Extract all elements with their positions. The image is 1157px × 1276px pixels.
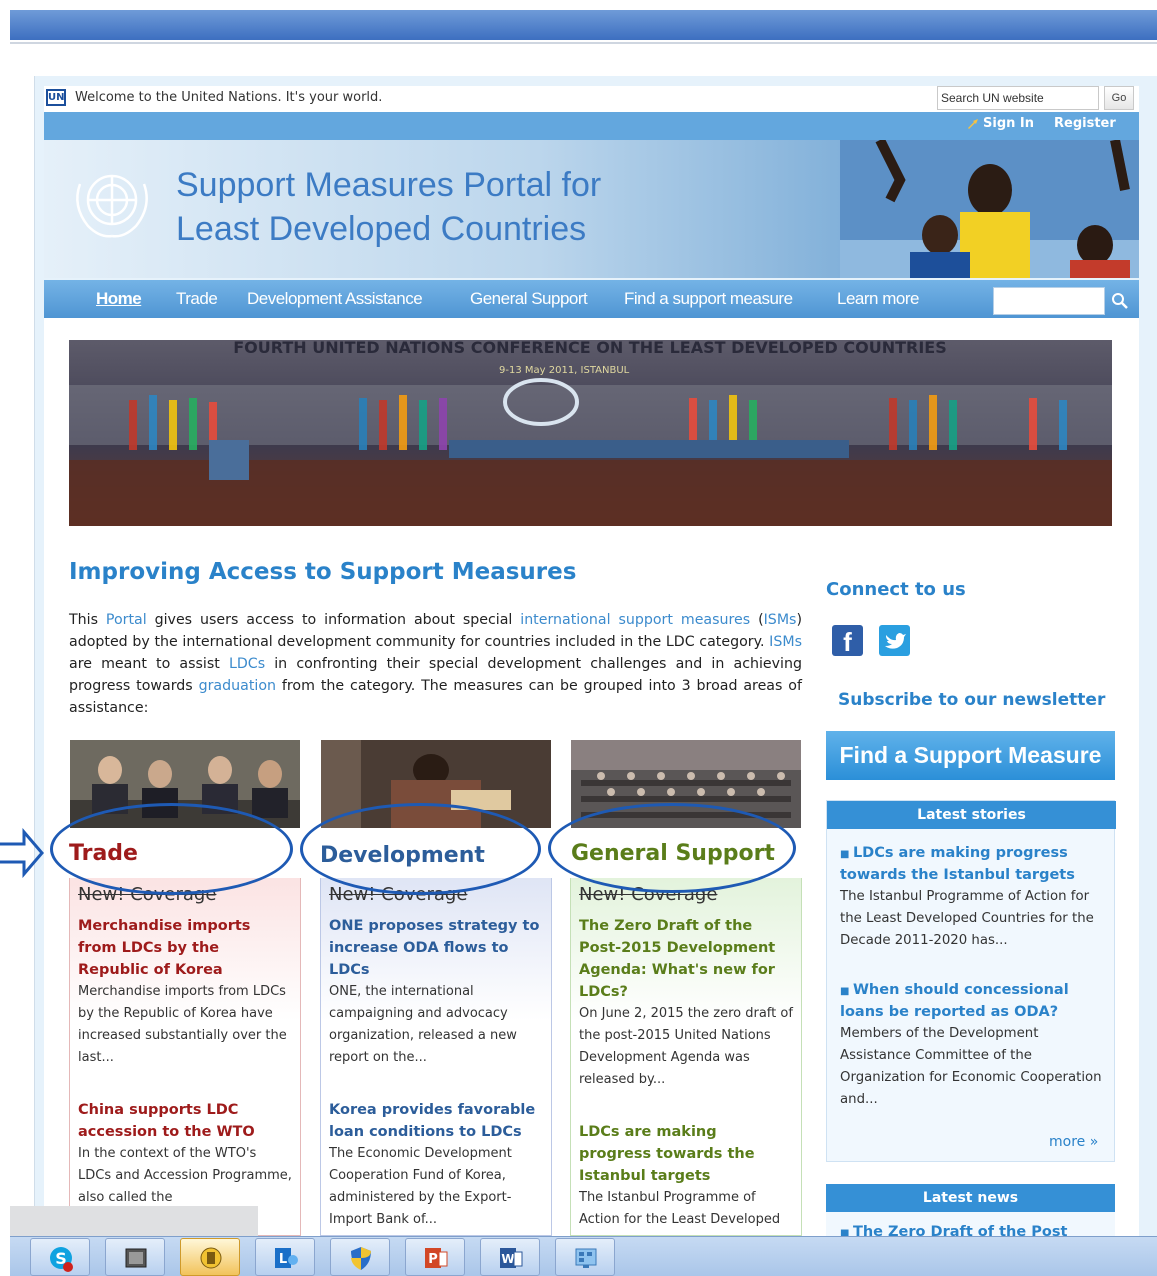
- isms-link-2[interactable]: ISMs: [769, 634, 802, 650]
- development-story-1-text: ONE, the international campaigning and a…: [329, 984, 517, 1065]
- trade-story-1-title[interactable]: Merchandise imports from LDCs by the Rep…: [78, 915, 292, 981]
- powerpoint-letter: P: [428, 1252, 438, 1267]
- portal-link[interactable]: Portal: [106, 612, 147, 628]
- development-column: New! Coverage ONE proposes strategy to i…: [320, 878, 552, 1236]
- general-story-2-title[interactable]: LDCs are making progress towards the Ist…: [579, 1121, 793, 1187]
- intro-text: gives users access to information about …: [146, 612, 521, 628]
- word-letter: W: [501, 1252, 514, 1266]
- powerpoint-icon: P: [425, 1248, 448, 1268]
- subscribe-newsletter-link[interactable]: Subscribe to our newsletter: [838, 690, 1105, 710]
- un-logo-icon[interactable]: UN: [46, 89, 66, 106]
- find-support-measure-button[interactable]: Find a Support Measure: [826, 731, 1115, 780]
- development-story-2-text: The Economic Development Cooperation Fun…: [329, 1146, 512, 1227]
- key-icon: [968, 119, 978, 129]
- taskbar-word[interactable]: W: [480, 1238, 540, 1276]
- ldcs-link[interactable]: LDCs: [229, 656, 265, 672]
- nav-find-support-measure[interactable]: Find a support measure: [624, 289, 793, 309]
- trade-story-2-title[interactable]: China supports LDC accession to the WTO: [78, 1099, 292, 1143]
- uac-shield-icon: [351, 1247, 371, 1270]
- window-title-bar: [10, 10, 1157, 40]
- sidebar-story-1-text: The Istanbul Programme of Action for the…: [840, 889, 1094, 948]
- norton-icon: [200, 1247, 222, 1269]
- sidebar-story-2-title[interactable]: ■ When should concessional loans be repo…: [840, 980, 1102, 1023]
- register-link[interactable]: Register: [1054, 116, 1116, 131]
- un-emblem-icon[interactable]: [66, 162, 158, 242]
- trade-story-1-text: Merchandise imports from LDCs by the Rep…: [78, 984, 287, 1065]
- search-icon[interactable]: [1111, 292, 1129, 310]
- taskbar-shield[interactable]: [330, 1238, 390, 1276]
- facebook-icon[interactable]: f: [832, 625, 863, 657]
- nav-learn-more[interactable]: Learn more: [837, 289, 919, 309]
- nav-trade[interactable]: Trade: [176, 289, 218, 309]
- latest-stories-header: Latest stories: [827, 801, 1116, 829]
- sidebar-story-2-text: Members of the Development Assistance Co…: [840, 1026, 1102, 1107]
- taskbar-norton[interactable]: [180, 1238, 240, 1276]
- site-search-input[interactable]: [993, 287, 1105, 315]
- sidebar-story-1-title-text[interactable]: LDCs are making progress towards the Ist…: [840, 845, 1075, 883]
- portal-title-line2: Least Developed Countries: [176, 210, 587, 248]
- welcome-text: Welcome to the United Nations. It's your…: [75, 90, 383, 105]
- status-popup: [10, 1206, 258, 1236]
- graduation-link[interactable]: graduation: [199, 678, 276, 694]
- twitter-icon[interactable]: [879, 625, 910, 656]
- latest-news-header: Latest news: [826, 1184, 1115, 1212]
- general-story-1-text: On June 2, 2015 the zero draft of the po…: [579, 1006, 793, 1087]
- trade-highlight-ellipse: [50, 803, 293, 895]
- nav-development-assistance[interactable]: Development Assistance: [247, 289, 423, 309]
- taskbar-powerpoint[interactable]: P: [405, 1238, 465, 1276]
- portal-title: Support Measures Portal for Least Develo…: [176, 163, 601, 251]
- un-search-input[interactable]: [937, 86, 1099, 110]
- sidebar-story-1-title[interactable]: ■ LDCs are making progress towards the I…: [840, 843, 1102, 886]
- go-button[interactable]: Go: [1104, 86, 1134, 110]
- general-support-highlight-ellipse: [548, 803, 796, 893]
- page-heading: Improving Access to Support Measures: [69, 559, 577, 585]
- isms-abbr-link[interactable]: ISMs: [764, 612, 797, 628]
- intro-paragraph: This Portal gives users access to inform…: [69, 609, 802, 719]
- taskbar-lync[interactable]: L: [255, 1238, 315, 1276]
- more-stories-link[interactable]: more »: [1049, 1134, 1098, 1150]
- intro-text: are meant to assist: [69, 656, 229, 672]
- taskbar-control-panel[interactable]: [555, 1238, 615, 1276]
- hero-subcaption: 9-13 May 2011, ISTANBUL: [499, 365, 630, 376]
- nav-home[interactable]: Home: [96, 289, 142, 309]
- development-story-2-title[interactable]: Korea provides favorable loan conditions…: [329, 1099, 543, 1143]
- conference-hero-image: FOURTH UNITED NATIONS CONFERENCE ON THE …: [69, 340, 1112, 526]
- latest-stories-box: Latest stories ■ LDCs are making progres…: [826, 800, 1116, 1162]
- skype-icon: S: [50, 1247, 73, 1272]
- intro-text: This: [69, 612, 106, 628]
- connect-heading: Connect to us: [826, 579, 966, 600]
- trade-column: New! Coverage Merchandise imports from L…: [69, 878, 301, 1236]
- taskbar-window[interactable]: [105, 1238, 165, 1276]
- sign-in-link[interactable]: Sign In: [983, 116, 1034, 131]
- arrow-right-icon: [0, 828, 44, 878]
- sidebar-story-2-title-text[interactable]: When should concessional loans be report…: [840, 982, 1069, 1020]
- hero-caption: FOURTH UNITED NATIONS CONFERENCE ON THE …: [233, 340, 947, 357]
- general-support-column: New! Coverage The Zero Draft of the Post…: [570, 878, 802, 1236]
- general-story-2-text: The Istanbul Programme of Action for the…: [579, 1190, 781, 1227]
- lync-letter: L: [279, 1252, 287, 1267]
- control-panel-icon: [575, 1248, 597, 1268]
- general-story-1-title[interactable]: The Zero Draft of the Post-2015 Developm…: [579, 915, 793, 1003]
- window-icon: [125, 1248, 147, 1268]
- nav-general-support[interactable]: General Support: [470, 289, 588, 309]
- development-story-1-title[interactable]: ONE proposes strategy to increase ODA fl…: [329, 915, 543, 981]
- lync-icon: L: [275, 1248, 298, 1268]
- development-highlight-ellipse: [300, 803, 541, 895]
- trade-story-2-text: In the context of the WTO's LDCs and Acc…: [78, 1146, 292, 1205]
- intro-text: (: [750, 612, 764, 628]
- toolbar-divider: [10, 42, 1157, 44]
- portal-title-line1: Support Measures Portal for: [176, 166, 602, 204]
- banner-people-photo: [840, 140, 1139, 278]
- word-icon: W: [500, 1248, 523, 1268]
- taskbar-skype[interactable]: S: [30, 1238, 90, 1276]
- isms-link[interactable]: international support measures: [520, 612, 750, 628]
